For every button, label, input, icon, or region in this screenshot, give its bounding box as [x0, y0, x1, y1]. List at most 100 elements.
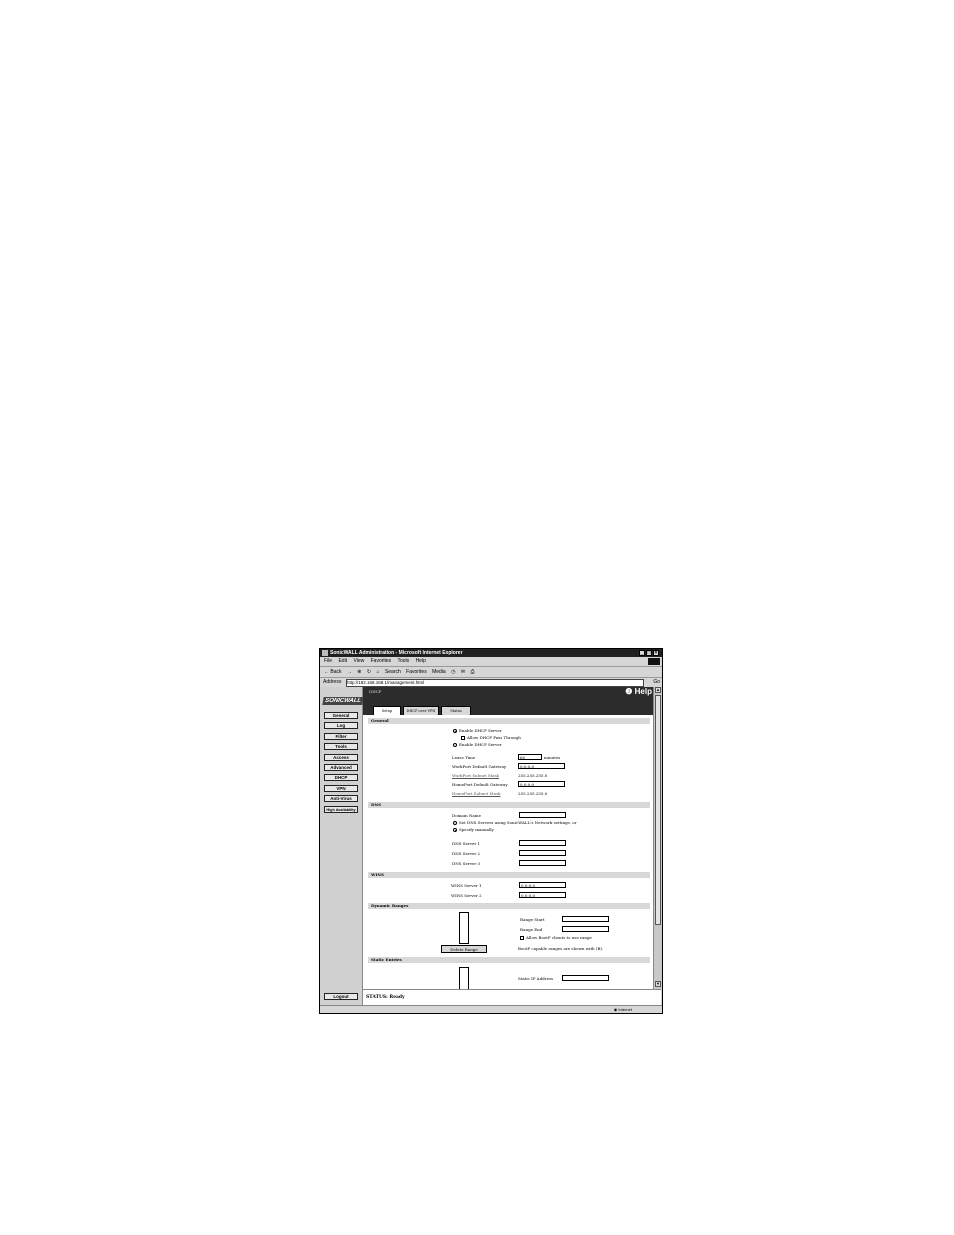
- go-button[interactable]: Go: [653, 678, 660, 687]
- section-general: General: [368, 718, 650, 724]
- dns-server-3-input[interactable]: [519, 860, 566, 866]
- zone-indicator: ◉ Internet: [613, 1006, 632, 1013]
- help-icon: ❷: [625, 687, 633, 696]
- ie-icon: [322, 650, 328, 656]
- allow-pass-through-checkbox[interactable]: [461, 736, 465, 740]
- lease-time-input[interactable]: 60: [518, 754, 542, 760]
- section-wins: WINS: [368, 872, 650, 878]
- title-bar: SonicWALL Administration - Microsoft Int…: [320, 649, 662, 657]
- history-icon[interactable]: ◷: [451, 669, 455, 675]
- sidebar-item-access[interactable]: Access: [324, 754, 358, 761]
- dns-manual-label: Specify manually: [459, 827, 494, 832]
- homeport-gateway-input[interactable]: 0.0.0.0: [518, 781, 565, 787]
- static-ip-label: Static IP Address: [518, 976, 554, 981]
- section-dns: DNS: [368, 802, 650, 808]
- enable-dhcp-label: Enable DHCP Server: [459, 728, 502, 733]
- dns-server-1-label: DNS Server 1: [452, 841, 481, 846]
- dns-server-1-input[interactable]: [519, 840, 566, 846]
- help-label: Help: [634, 687, 652, 696]
- sidebar: SONICWALL General Log Filter Tools Acces…: [320, 687, 364, 1005]
- menu-view[interactable]: View: [353, 658, 364, 664]
- tab-status[interactable]: Status: [441, 706, 471, 715]
- dns-server-2-input[interactable]: [519, 850, 566, 856]
- vertical-scrollbar[interactable]: ▲ ▼: [653, 687, 662, 989]
- domain-name-input[interactable]: [519, 812, 566, 818]
- workport-gateway-label: WorkPort Default Gateway: [452, 764, 507, 769]
- delete-range-button[interactable]: Delete Range: [441, 945, 487, 953]
- sidebar-item-dhcp[interactable]: DHCP: [324, 774, 358, 781]
- dns-server-2-label: DNS Server 2: [452, 851, 481, 856]
- range-start-input[interactable]: [562, 916, 609, 922]
- mail-icon[interactable]: ✉: [461, 669, 465, 675]
- address-bar: Address http://192.168.168.1/management.…: [320, 677, 662, 687]
- static-ip-input[interactable]: [562, 975, 609, 981]
- dns-network-settings-label: Set DNS Servers using SonicWALL's Networ…: [459, 820, 577, 825]
- help-link[interactable]: ❷ Help: [625, 687, 652, 696]
- sidebar-item-general[interactable]: General: [324, 712, 358, 719]
- sidebar-item-filter[interactable]: Filter: [324, 733, 358, 740]
- scroll-down-icon[interactable]: ▼: [655, 981, 661, 987]
- stop-icon[interactable]: ⊗: [357, 669, 361, 675]
- homeport-subnet-mask-label[interactable]: HomePort Subnet Mask: [452, 791, 500, 796]
- sidebar-item-anti-virus[interactable]: Anti-Virus: [324, 795, 358, 802]
- maximize-button[interactable]: □: [646, 650, 652, 656]
- enable-dhcp-label-2: Enable DHCP Server: [459, 742, 502, 747]
- search-button[interactable]: Search: [385, 669, 401, 675]
- tab-dhcp-over-vpn[interactable]: DHCP over VPN: [403, 706, 439, 715]
- menu-edit[interactable]: Edit: [338, 658, 347, 664]
- minimize-button[interactable]: _: [639, 650, 645, 656]
- sidebar-item-high-availability[interactable]: High Availability: [324, 806, 358, 813]
- page-header: DHCP ❷ Help Setup DHCP over VPN Status: [363, 687, 653, 715]
- dns-network-settings-radio[interactable]: [453, 821, 457, 825]
- lease-time-label: Lease Time: [452, 755, 476, 760]
- sidebar-item-advanced[interactable]: Advanced: [324, 764, 358, 771]
- favorites-button[interactable]: Favorites: [406, 669, 427, 675]
- homeport-gateway-label: HomePort Default Gateway: [452, 782, 508, 787]
- logout-button[interactable]: Logout: [324, 993, 358, 1000]
- address-label: Address: [323, 679, 342, 685]
- workport-gateway-input[interactable]: 0.0.0.0: [518, 763, 565, 769]
- globe-icon: ◉: [613, 1007, 618, 1012]
- static-entries-list[interactable]: [459, 967, 469, 989]
- range-end-label: Range End: [520, 927, 543, 932]
- homeport-subnet-mask-value: 255.255.255.0: [518, 791, 548, 796]
- browser-window: SonicWALL Administration - Microsoft Int…: [319, 648, 663, 1014]
- wins-server-2-input[interactable]: 0.0.0.0: [519, 892, 566, 898]
- workport-subnet-mask-value: 255.255.255.0: [518, 773, 548, 778]
- dynamic-ranges-list[interactable]: [459, 912, 469, 944]
- sonicwall-logo: SONICWALL: [322, 697, 364, 705]
- window-title: SonicWALL Administration - Microsoft Int…: [330, 650, 463, 656]
- menu-file[interactable]: File: [324, 658, 332, 664]
- scroll-thumb[interactable]: [655, 695, 661, 925]
- sidebar-item-log[interactable]: Log: [324, 722, 358, 729]
- back-button[interactable]: ← Back: [324, 669, 342, 675]
- refresh-icon[interactable]: ↻: [367, 669, 371, 675]
- menu-favorites[interactable]: Favorites: [371, 658, 392, 664]
- main-content: DHCP ❷ Help Setup DHCP over VPN Status G…: [363, 687, 653, 989]
- enable-dhcp-radio[interactable]: [453, 729, 457, 733]
- address-input[interactable]: http://192.168.168.1/management.html: [346, 679, 644, 687]
- wins-server-2-label: WINS Server 2: [451, 893, 482, 898]
- wins-server-1-input[interactable]: 0.0.0.0: [519, 882, 566, 888]
- page-title: DHCP: [369, 689, 382, 694]
- ie-status-bar: ◉ Internet: [320, 1005, 662, 1013]
- forward-button[interactable]: →: [347, 669, 352, 675]
- dns-manual-radio[interactable]: [453, 828, 457, 832]
- sidebar-item-vpn[interactable]: VPN: [324, 785, 358, 792]
- scroll-up-icon[interactable]: ▲: [655, 687, 661, 693]
- allow-bootp-checkbox[interactable]: [520, 936, 524, 940]
- media-button[interactable]: Media: [432, 669, 446, 675]
- print-icon[interactable]: ⎙: [470, 669, 474, 675]
- status-text: STATUS: Ready: [366, 995, 405, 1000]
- workport-subnet-mask-label[interactable]: WorkPort Subnet Mask: [452, 773, 499, 778]
- home-icon[interactable]: ⌂: [376, 669, 379, 675]
- close-button[interactable]: ×: [653, 650, 659, 656]
- tab-setup[interactable]: Setup: [373, 706, 401, 715]
- range-end-input[interactable]: [562, 926, 609, 932]
- menu-help[interactable]: Help: [416, 658, 426, 664]
- wins-server-1-label: WINS Server 1: [451, 883, 482, 888]
- enable-dhcp-radio-2[interactable]: [453, 743, 457, 747]
- menu-tools[interactable]: Tools: [397, 658, 409, 664]
- status-area: STATUS: Ready: [363, 989, 661, 1006]
- sidebar-item-tools[interactable]: Tools: [324, 743, 358, 750]
